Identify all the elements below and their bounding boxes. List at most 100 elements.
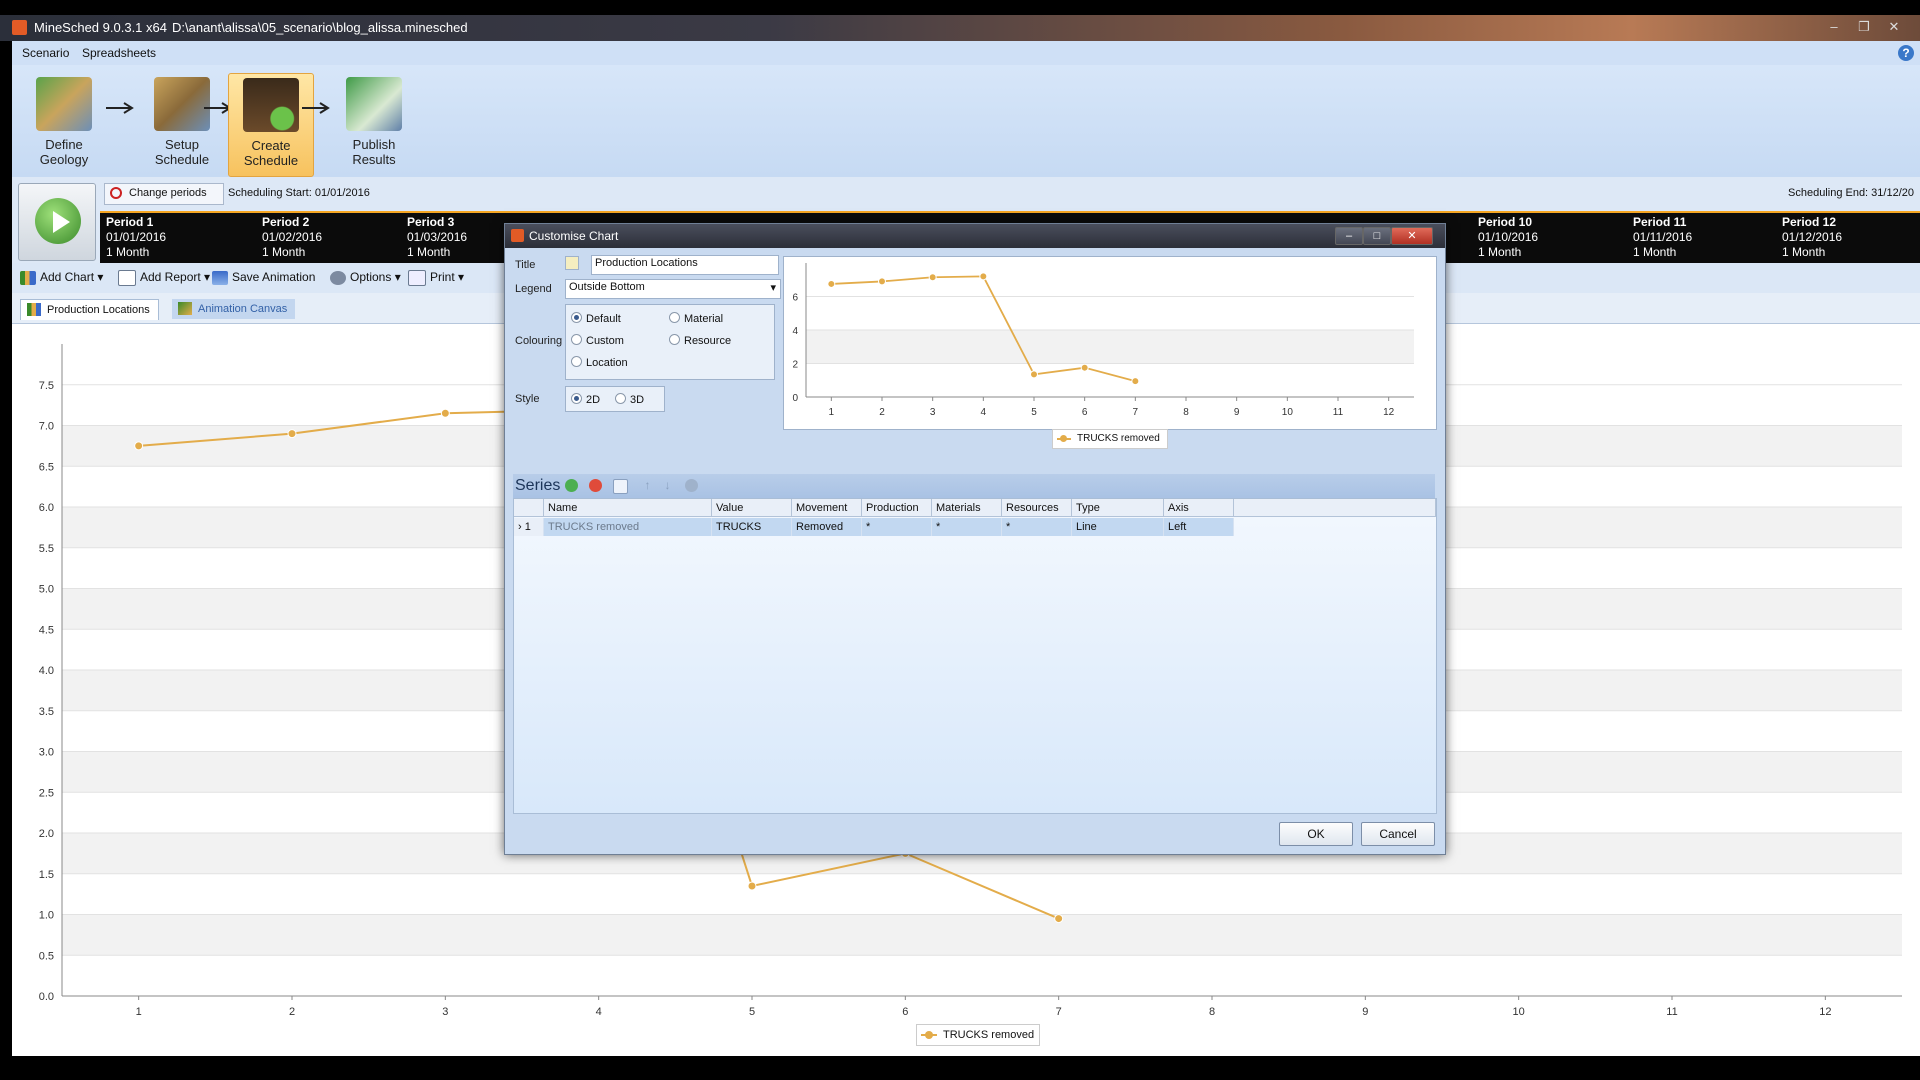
add-report-button[interactable]: Add Report ▾ bbox=[118, 270, 210, 286]
setup-schedule-label: Setup Schedule bbox=[154, 137, 210, 167]
period-name: Period 2 bbox=[262, 215, 310, 229]
grid-header[interactable]: Name bbox=[544, 499, 712, 517]
period-date: 01/12/2016 bbox=[1782, 230, 1843, 244]
y-tick-label: 2 bbox=[792, 360, 798, 371]
cell-name[interactable]: TRUCKS removed bbox=[544, 518, 712, 536]
options-button[interactable]: Options ▾ bbox=[330, 270, 401, 285]
grid-header[interactable]: Production bbox=[862, 499, 932, 517]
period-item[interactable]: Period 12 01/12/2016 1 Month bbox=[1782, 215, 1842, 260]
dialog-close-icon[interactable]: ✕ bbox=[1391, 227, 1433, 245]
y-tick-label: 1.5 bbox=[39, 869, 54, 881]
create-schedule-button[interactable]: Create Schedule bbox=[228, 73, 314, 177]
x-tick-label: 1 bbox=[136, 1006, 142, 1018]
y-tick-label: 6 bbox=[792, 293, 798, 304]
period-item[interactable]: Period 2 01/02/2016 1 Month bbox=[262, 215, 322, 260]
define-geology-button[interactable]: Define Geology bbox=[22, 73, 106, 175]
period-duration: 1 Month bbox=[1782, 245, 1826, 259]
legend-select-value: Outside Bottom bbox=[569, 281, 645, 293]
style-3d-radio[interactable]: 3D bbox=[615, 393, 644, 406]
x-tick-label: 8 bbox=[1183, 407, 1189, 418]
period-duration: 1 Month bbox=[407, 245, 451, 259]
cancel-button[interactable]: Cancel bbox=[1361, 822, 1435, 846]
chart-legend[interactable]: TRUCKS removed bbox=[916, 1024, 1040, 1046]
add-report-label: Add Report bbox=[140, 270, 201, 285]
row-index-cell[interactable]: › 1 bbox=[514, 518, 544, 536]
maximize-icon[interactable]: ❐ bbox=[1852, 18, 1876, 36]
menu-spreadsheets[interactable]: Spreadsheets bbox=[82, 46, 156, 60]
cell-movement[interactable]: Removed bbox=[792, 518, 862, 536]
move-up-icon[interactable]: ↑ bbox=[641, 479, 654, 492]
data-point bbox=[287, 429, 297, 439]
period-item[interactable]: Period 11 01/11/2016 1 Month bbox=[1633, 215, 1692, 260]
cell-materials[interactable]: * bbox=[932, 518, 1002, 536]
tab-animation-canvas[interactable]: Animation Canvas bbox=[172, 299, 296, 319]
y-tick-label: 4.0 bbox=[39, 665, 54, 677]
colouring-location-radio[interactable]: Location bbox=[571, 356, 628, 369]
print-button[interactable]: Print ▾ bbox=[408, 270, 464, 286]
tab-label: Production Locations bbox=[47, 304, 150, 316]
period-item[interactable]: Period 10 01/10/2016 1 Month bbox=[1478, 215, 1538, 260]
legend-marker-icon bbox=[1060, 435, 1067, 442]
style-2d-radio[interactable]: 2D bbox=[571, 393, 600, 406]
period-item[interactable]: Period 3 01/03/2016 1 Month bbox=[407, 215, 467, 260]
colouring-custom-radio[interactable]: Custom bbox=[571, 334, 624, 347]
add-series-icon[interactable] bbox=[565, 479, 578, 492]
x-tick-label: 9 bbox=[1362, 1006, 1368, 1018]
copy-series-icon[interactable] bbox=[613, 479, 628, 494]
period-date: 01/02/2016 bbox=[262, 230, 323, 244]
menu-scenario[interactable]: Scenario bbox=[22, 46, 69, 60]
colouring-resource-radio[interactable]: Resource bbox=[669, 334, 731, 347]
cell-value[interactable]: TRUCKS bbox=[712, 518, 792, 536]
tab-production-locations[interactable]: Production Locations bbox=[20, 299, 159, 320]
run-schedule-button[interactable] bbox=[18, 183, 96, 261]
clock-icon bbox=[110, 187, 122, 199]
legend-select[interactable]: Outside Bottom ▾ bbox=[565, 279, 781, 299]
period-item[interactable]: Period 1 01/01/2016 1 Month bbox=[106, 215, 166, 260]
grid-header[interactable]: Resources bbox=[1002, 499, 1072, 517]
legend-marker-icon bbox=[925, 1031, 933, 1039]
grid-header[interactable]: Movement bbox=[792, 499, 862, 517]
x-tick-label: 11 bbox=[1333, 407, 1344, 418]
cell-type[interactable]: Line bbox=[1072, 518, 1164, 536]
publish-results-button[interactable]: Publish Results bbox=[332, 73, 416, 175]
cell-resources[interactable]: * bbox=[1002, 518, 1072, 536]
minimize-icon[interactable]: – bbox=[1822, 18, 1846, 36]
y-tick-label: 7.5 bbox=[39, 380, 54, 392]
change-periods-label: Change periods bbox=[129, 187, 207, 199]
dialog-minimize-icon[interactable]: – bbox=[1335, 227, 1363, 245]
y-tick-label: 3.0 bbox=[39, 747, 54, 759]
cell-production[interactable]: * bbox=[862, 518, 932, 536]
options-label: Options bbox=[350, 270, 392, 284]
app-icon bbox=[12, 20, 27, 35]
printer-icon bbox=[408, 270, 426, 286]
colouring-default-radio[interactable]: Default bbox=[571, 312, 621, 325]
setup-icon bbox=[154, 77, 210, 131]
period-date: 01/11/2016 bbox=[1633, 230, 1693, 244]
radio-label: Default bbox=[586, 313, 621, 325]
remove-series-icon[interactable] bbox=[589, 479, 602, 492]
grid-header[interactable]: Type bbox=[1072, 499, 1164, 517]
y-tick-label: 6.0 bbox=[39, 502, 54, 514]
dialog-maximize-icon[interactable]: □ bbox=[1363, 227, 1391, 245]
close-icon[interactable]: ✕ bbox=[1882, 18, 1906, 36]
colouring-material-radio[interactable]: Material bbox=[669, 312, 723, 325]
y-tick-label: 1.0 bbox=[39, 910, 54, 922]
grid-header[interactable]: Materials bbox=[932, 499, 1002, 517]
series-settings-icon[interactable] bbox=[685, 479, 698, 492]
add-chart-button[interactable]: Add Chart ▾ bbox=[20, 270, 103, 285]
title-visible-checkbox[interactable] bbox=[565, 256, 579, 270]
period-name: Period 10 bbox=[1478, 215, 1533, 229]
setup-schedule-button[interactable]: Setup Schedule bbox=[140, 73, 224, 175]
cell-axis[interactable]: Left bbox=[1164, 518, 1234, 536]
x-tick-label: 9 bbox=[1234, 407, 1240, 418]
x-tick-label: 10 bbox=[1513, 1006, 1525, 1018]
change-periods-button[interactable]: Change periods bbox=[104, 183, 224, 205]
save-animation-button[interactable]: Save Animation bbox=[212, 270, 315, 285]
title-input[interactable]: Production Locations bbox=[591, 255, 779, 275]
grid-header[interactable]: Value bbox=[712, 499, 792, 517]
help-icon[interactable]: ? bbox=[1898, 45, 1914, 61]
radio-label: Resource bbox=[684, 335, 732, 347]
move-down-icon[interactable]: ↓ bbox=[661, 479, 674, 492]
grid-header[interactable]: Axis bbox=[1164, 499, 1234, 517]
ok-button[interactable]: OK bbox=[1279, 822, 1353, 846]
